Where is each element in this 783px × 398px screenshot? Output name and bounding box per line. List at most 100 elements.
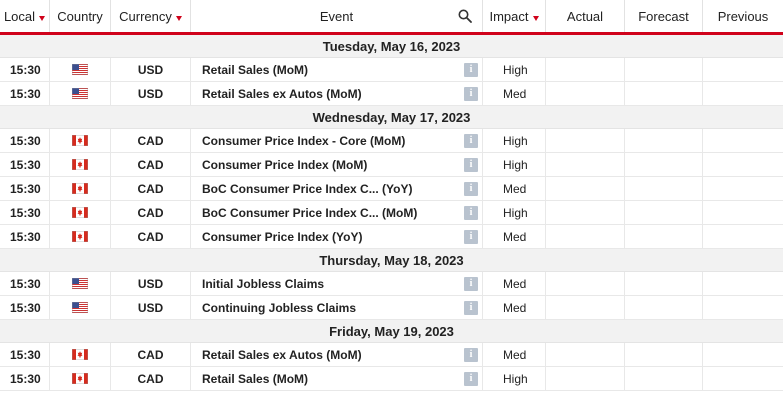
actual-cell (546, 177, 625, 200)
sort-impact-header[interactable]: Impact (483, 0, 546, 32)
impact-cell: High (483, 129, 546, 152)
table-row[interactable]: 15:30 CAD Consumer Price Index - Core (MoM… (0, 129, 783, 153)
previous-cell (703, 58, 783, 81)
event-name[interactable]: Initial Jobless Claims (202, 277, 324, 291)
impact-cell: Med (483, 272, 546, 295)
previous-cell (703, 129, 783, 152)
info-icon[interactable]: i (464, 86, 478, 101)
country-header-label: Country (57, 8, 103, 24)
impact-cell: High (483, 201, 546, 224)
event-cell[interactable]: Consumer Price Index (YoY) i (191, 225, 483, 248)
table-header: Local Country Currency Event Impact Actu… (0, 0, 783, 35)
table-row[interactable]: 15:30 USD Initial Jobless Claims i Med (0, 272, 783, 296)
table-row[interactable]: 15:30 CAD Consumer Price Index (MoM) i High (0, 153, 783, 177)
actual-cell (546, 129, 625, 152)
event-cell[interactable]: Retail Sales ex Autos (MoM) i (191, 343, 483, 366)
actual-cell (546, 225, 625, 248)
event-cell[interactable]: Consumer Price Index - Core (MoM) i (191, 129, 483, 152)
previous-cell (703, 296, 783, 319)
table-row[interactable]: 15:30 CAD Retail Sales (MoM) i High (0, 367, 783, 391)
event-cell[interactable]: Retail Sales ex Autos (MoM) i (191, 82, 483, 105)
country-header: Country (50, 0, 111, 32)
event-cell[interactable]: BoC Consumer Price Index C... (MoM) i (191, 201, 483, 224)
country-cell (50, 82, 111, 105)
forecast-cell (625, 296, 703, 319)
time-cell: 15:30 (0, 58, 50, 81)
country-cell (50, 201, 111, 224)
event-cell[interactable]: Retail Sales (MoM) i (191, 58, 483, 81)
time-cell: 15:30 (0, 343, 50, 366)
country-cell (50, 129, 111, 152)
event-name[interactable]: Consumer Price Index (YoY) (202, 230, 362, 244)
event-name[interactable]: Retail Sales (MoM) (202, 63, 308, 77)
table-row[interactable]: 15:30 USD Retail Sales ex Autos (MoM) i Med (0, 82, 783, 106)
impact-cell: High (483, 58, 546, 81)
event-cell[interactable]: Continuing Jobless Claims i (191, 296, 483, 319)
info-icon[interactable]: i (464, 347, 478, 362)
currency-cell: USD (111, 272, 191, 295)
table-row[interactable]: 15:30 CAD BoC Consumer Price Index C... (Y… (0, 177, 783, 201)
event-name[interactable]: Retail Sales ex Autos (MoM) (202, 348, 362, 362)
time-cell: 15:30 (0, 82, 50, 105)
actual-header: Actual (546, 0, 625, 32)
sort-currency-header[interactable]: Currency (111, 0, 191, 32)
event-name[interactable]: Continuing Jobless Claims (202, 301, 356, 315)
event-cell[interactable]: Initial Jobless Claims i (191, 272, 483, 295)
info-icon[interactable]: i (464, 205, 478, 220)
info-icon[interactable]: i (464, 157, 478, 172)
event-name[interactable]: BoC Consumer Price Index C... (YoY) (202, 182, 412, 196)
forecast-cell (625, 367, 703, 390)
table-row[interactable]: 15:30 USD Retail Sales (MoM) i High (0, 58, 783, 82)
event-name[interactable]: BoC Consumer Price Index C... (MoM) (202, 206, 417, 220)
info-icon[interactable]: i (464, 371, 478, 386)
sort-local-header[interactable]: Local (0, 0, 50, 32)
us-flag-icon (72, 64, 88, 75)
ca-flag-icon (72, 231, 88, 242)
actual-cell (546, 343, 625, 366)
info-icon[interactable]: i (464, 181, 478, 196)
forecast-cell (625, 201, 703, 224)
country-cell (50, 343, 111, 366)
info-icon[interactable]: i (464, 229, 478, 244)
event-name[interactable]: Retail Sales ex Autos (MoM) (202, 87, 362, 101)
forecast-cell (625, 82, 703, 105)
date-group-header: Friday, May 19, 2023 (0, 320, 783, 343)
impact-cell: Med (483, 296, 546, 319)
country-cell (50, 367, 111, 390)
currency-cell: CAD (111, 367, 191, 390)
table-row[interactable]: 15:30 USD Continuing Jobless Claims i Med (0, 296, 783, 320)
currency-cell: USD (111, 296, 191, 319)
table-row[interactable]: 15:30 CAD BoC Consumer Price Index C... (M… (0, 201, 783, 225)
event-cell[interactable]: BoC Consumer Price Index C... (YoY) i (191, 177, 483, 200)
info-icon[interactable]: i (464, 133, 478, 148)
currency-header-label: Currency (119, 8, 172, 24)
table-row[interactable]: 15:30 CAD Retail Sales ex Autos (MoM) i Med (0, 343, 783, 367)
forecast-cell (625, 129, 703, 152)
info-icon[interactable]: i (464, 276, 478, 291)
table-row[interactable]: 15:30 CAD Consumer Price Index (YoY) i Med (0, 225, 783, 249)
info-icon[interactable]: i (464, 62, 478, 77)
forecast-cell (625, 272, 703, 295)
time-cell: 15:30 (0, 296, 50, 319)
ca-flag-icon (72, 207, 88, 218)
impact-cell: Med (483, 177, 546, 200)
forecast-cell (625, 58, 703, 81)
previous-cell (703, 153, 783, 176)
event-cell[interactable]: Consumer Price Index (MoM) i (191, 153, 483, 176)
event-name[interactable]: Consumer Price Index - Core (MoM) (202, 134, 405, 148)
event-name[interactable]: Consumer Price Index (MoM) (202, 158, 367, 172)
currency-cell: CAD (111, 201, 191, 224)
country-cell (50, 296, 111, 319)
actual-header-label: Actual (566, 8, 604, 24)
time-cell: 15:30 (0, 272, 50, 295)
currency-cell: CAD (111, 343, 191, 366)
currency-cell: CAD (111, 177, 191, 200)
impact-cell: High (483, 367, 546, 390)
calendar-body: Tuesday, May 16, 2023 15:30 USD Retail Sale… (0, 35, 783, 391)
sort-arrow-icon (39, 15, 46, 21)
info-icon[interactable]: i (464, 300, 478, 315)
search-icon[interactable] (458, 9, 472, 23)
previous-cell (703, 177, 783, 200)
event-name[interactable]: Retail Sales (MoM) (202, 372, 308, 386)
event-cell[interactable]: Retail Sales (MoM) i (191, 367, 483, 390)
